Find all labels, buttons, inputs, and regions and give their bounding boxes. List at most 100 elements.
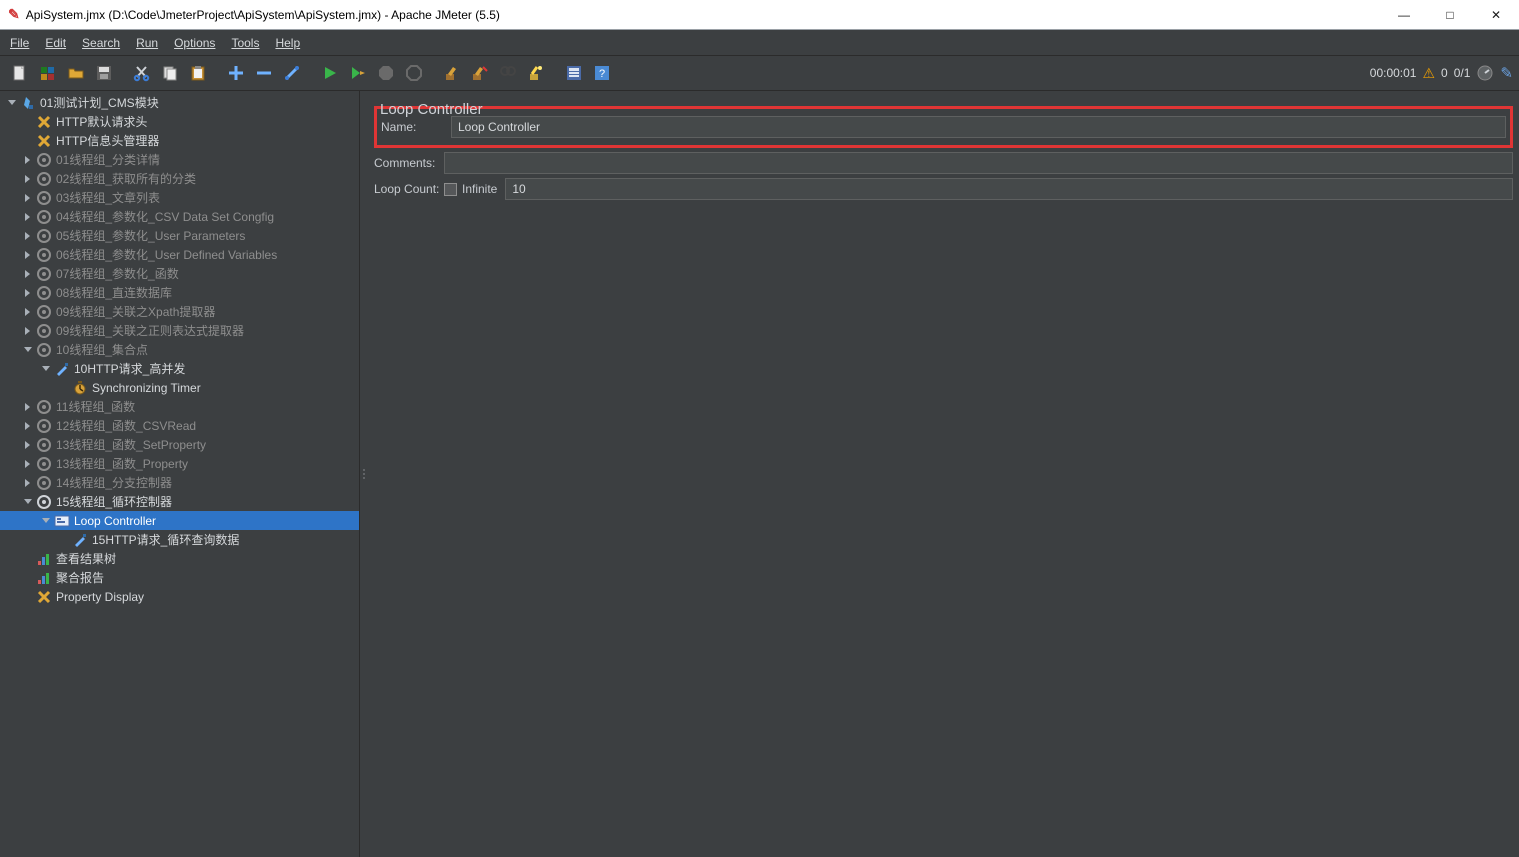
caret-icon[interactable] (22, 325, 33, 336)
caret-icon[interactable] (6, 97, 17, 108)
comments-input[interactable] (444, 152, 1513, 174)
thread-group-icon (36, 228, 52, 244)
copy-button[interactable] (157, 60, 183, 86)
tree-http-defaults[interactable]: HTTP默认请求头 (0, 112, 359, 131)
window-maximize-button[interactable]: □ (1427, 0, 1473, 30)
menu-run[interactable]: Run (128, 33, 166, 53)
tree-thread-group[interactable]: 07线程组_参数化_函数 (0, 264, 359, 283)
window-minimize-button[interactable]: — (1381, 0, 1427, 30)
toggle-button[interactable] (279, 60, 305, 86)
tree-thread-group[interactable]: 11线程组_函数 (0, 397, 359, 416)
caret-icon[interactable] (22, 439, 33, 450)
help-button[interactable]: ? (589, 60, 615, 86)
tree-label: 09线程组_关联之Xpath提取器 (56, 303, 215, 320)
shutdown-button[interactable] (401, 60, 427, 86)
menu-options[interactable]: Options (166, 33, 223, 53)
tree-thread-group[interactable]: 09线程组_关联之正则表达式提取器 (0, 321, 359, 340)
thread-group-icon (36, 209, 52, 225)
loop-count-input[interactable]: 10 (505, 178, 1513, 200)
tree-thread-group[interactable]: 13线程组_函数_SetProperty (0, 435, 359, 454)
tree-thread-group-active[interactable]: 15线程组_循环控制器 (0, 492, 359, 511)
menu-help[interactable]: Help (267, 33, 308, 53)
tree-label: Loop Controller (74, 514, 156, 528)
tree-sync-timer[interactable]: Synchronizing Timer (0, 378, 359, 397)
tree-thread-group[interactable]: 10线程组_集合点 (0, 340, 359, 359)
tree-loop-controller[interactable]: Loop Controller (0, 511, 359, 530)
tree-thread-group[interactable]: 14线程组_分支控制器 (0, 473, 359, 492)
caret-icon[interactable] (22, 401, 33, 412)
tree-label: 06线程组_参数化_User Defined Variables (56, 246, 277, 263)
caret-icon[interactable] (22, 458, 33, 469)
gauge-icon[interactable] (1476, 64, 1494, 82)
tree-thread-group[interactable]: 08线程组_直连数据库 (0, 283, 359, 302)
tree-http-header-manager[interactable]: HTTP信息头管理器 (0, 131, 359, 150)
start-no-pause-button[interactable] (345, 60, 371, 86)
menu-search[interactable]: Search (74, 33, 128, 53)
expand-button[interactable] (223, 60, 249, 86)
reset-search-button[interactable] (523, 60, 549, 86)
caret-icon[interactable] (22, 344, 33, 355)
caret-icon[interactable] (22, 268, 33, 279)
save-button[interactable] (91, 60, 117, 86)
caret-icon[interactable] (22, 154, 33, 165)
caret-icon[interactable] (22, 420, 33, 431)
tree-thread-group[interactable]: 13线程组_函数_Property (0, 454, 359, 473)
caret-icon[interactable] (22, 496, 33, 507)
tree-http-request[interactable]: 15HTTP请求_循环查询数据 (0, 530, 359, 549)
tree-thread-group[interactable]: 05线程组_参数化_User Parameters (0, 226, 359, 245)
tree-view-results-tree[interactable]: 查看结果树 (0, 549, 359, 568)
tree-property-display[interactable]: Property Display (0, 587, 359, 606)
tree-thread-group[interactable]: 02线程组_获取所有的分类 (0, 169, 359, 188)
tree-label: 12线程组_函数_CSVRead (56, 417, 196, 434)
caret-icon[interactable] (22, 211, 33, 222)
window-titlebar: ✎ ApiSystem.jmx (D:\Code\JmeterProject\A… (0, 0, 1519, 30)
clear-all-button[interactable] (467, 60, 493, 86)
caret-icon[interactable] (22, 230, 33, 241)
caret-icon[interactable] (40, 363, 51, 374)
caret-icon[interactable] (22, 249, 33, 260)
function-helper-button[interactable] (561, 60, 587, 86)
caret-icon[interactable] (22, 173, 33, 184)
tree-thread-group[interactable]: 04线程组_参数化_CSV Data Set Congfig (0, 207, 359, 226)
thread-group-icon (36, 285, 52, 301)
tree-label: 10线程组_集合点 (56, 341, 148, 358)
feather-icon: ✎ (1500, 64, 1513, 82)
sampler-icon (54, 361, 70, 377)
tree-test-plan[interactable]: 01测试计划_CMS模块 (0, 93, 359, 112)
window-close-button[interactable]: ✕ (1473, 0, 1519, 30)
svg-text:?: ? (599, 68, 605, 80)
open-button[interactable] (63, 60, 89, 86)
menu-tools[interactable]: Tools (223, 33, 267, 53)
tree-thread-group[interactable]: 06线程组_参数化_User Defined Variables (0, 245, 359, 264)
thread-group-icon (36, 152, 52, 168)
stop-button[interactable] (373, 60, 399, 86)
split-handle[interactable] (360, 91, 368, 857)
app-icon: ✎ (8, 6, 20, 23)
tree-label: 15HTTP请求_循环查询数据 (92, 531, 239, 548)
name-input[interactable] (451, 116, 1506, 138)
caret-icon[interactable] (22, 477, 33, 488)
caret-icon[interactable] (22, 192, 33, 203)
new-button[interactable] (7, 60, 33, 86)
tree-aggregate-report[interactable]: 聚合报告 (0, 568, 359, 587)
cut-button[interactable] (129, 60, 155, 86)
clear-button[interactable] (439, 60, 465, 86)
tree-thread-group[interactable]: 01线程组_分类详情 (0, 150, 359, 169)
test-plan-tree[interactable]: 01测试计划_CMS模块 HTTP默认请求头 HTTP信息头管理器 01线程组_… (0, 91, 360, 857)
infinite-checkbox[interactable] (444, 183, 457, 196)
tree-http-request[interactable]: 10HTTP请求_高并发 (0, 359, 359, 378)
templates-button[interactable] (35, 60, 61, 86)
search-button[interactable] (495, 60, 521, 86)
caret-icon[interactable] (40, 515, 51, 526)
menu-file[interactable]: File (2, 33, 37, 53)
tree-thread-group[interactable]: 03线程组_文章列表 (0, 188, 359, 207)
collapse-button[interactable] (251, 60, 277, 86)
tree-thread-group[interactable]: 12线程组_函数_CSVRead (0, 416, 359, 435)
paste-button[interactable] (185, 60, 211, 86)
caret-icon[interactable] (22, 306, 33, 317)
start-button[interactable] (317, 60, 343, 86)
menu-edit[interactable]: Edit (37, 33, 74, 53)
caret-icon[interactable] (22, 287, 33, 298)
tree-thread-group[interactable]: 09线程组_关联之Xpath提取器 (0, 302, 359, 321)
warning-icon[interactable]: ⚠ (1422, 65, 1435, 82)
